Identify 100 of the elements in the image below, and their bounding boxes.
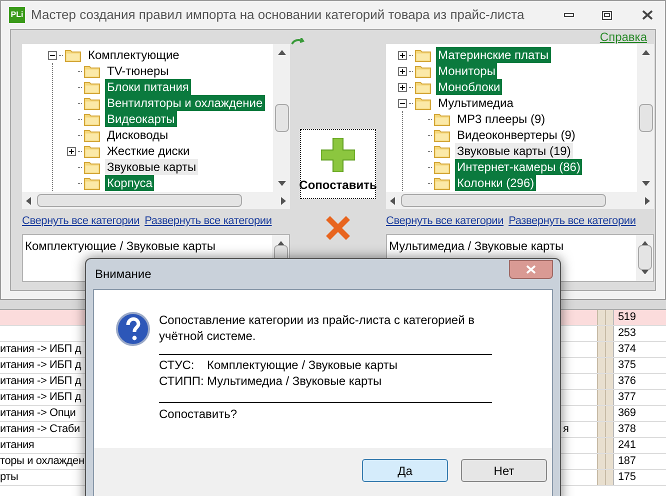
field-value: Комплектующие / Звуковые карты: [207, 357, 398, 373]
tree-item[interactable]: Колонки (296): [455, 175, 536, 191]
vertical-scrollbar[interactable]: [273, 44, 290, 192]
tree-item[interactable]: MP3 плееры (9): [455, 111, 548, 127]
table-cell: я: [563, 422, 569, 437]
folder-icon: [434, 160, 450, 174]
expand-icon[interactable]: [398, 66, 407, 76]
folder-icon: [84, 144, 100, 158]
tree-item[interactable]: Звуковые карты: [105, 159, 198, 175]
table-cell: 369: [613, 406, 666, 421]
table-cell: 375: [613, 358, 666, 373]
folder-icon: [84, 176, 100, 190]
scroll-left-icon[interactable]: [26, 196, 31, 204]
folder-icon: [434, 128, 450, 142]
expand-all-link[interactable]: Развернуть все категории: [144, 213, 272, 230]
table-cell: итания -> ИБП д: [0, 342, 82, 357]
dialog-question: Сопоставить?: [159, 407, 238, 421]
folder-icon: [84, 160, 100, 174]
tree-item[interactable]: TV-тюнеры: [105, 63, 171, 79]
app-logo: PLi: [9, 7, 25, 23]
folder-icon: [434, 144, 450, 158]
folder-icon: [84, 80, 100, 94]
tree-item[interactable]: Мультимедиа: [436, 95, 516, 111]
folder-icon: [65, 48, 81, 62]
scroll-left-icon[interactable]: [390, 196, 395, 204]
question-icon: [116, 312, 150, 346]
dialog-close-button[interactable]: [509, 260, 553, 278]
table-cell: 377: [613, 390, 666, 405]
scrollbar-thumb[interactable]: [638, 244, 652, 270]
tree-item[interactable]: Дисководы: [105, 127, 170, 143]
vertical-scrollbar[interactable]: [637, 44, 654, 192]
maximize-icon[interactable]: [602, 10, 612, 20]
scrollbar-thumb[interactable]: [638, 104, 652, 132]
folder-icon: [434, 112, 450, 126]
folder-icon: [434, 176, 450, 190]
horizontal-scrollbar[interactable]: [22, 192, 290, 209]
scroll-up-icon[interactable]: [642, 50, 650, 55]
collapse-icon[interactable]: [48, 50, 57, 60]
tree-item[interactable]: Жесткие диски: [105, 143, 192, 159]
scrollbar-thumb[interactable]: [274, 104, 288, 132]
table-cell: 175: [613, 470, 666, 485]
table-cell: итания: [0, 438, 34, 453]
tree-item[interactable]: Видеокарты: [105, 111, 177, 127]
field-value: Мультимедиа / Звуковые карты: [207, 373, 382, 389]
expand-icon[interactable]: [398, 50, 407, 60]
folder-icon: [415, 48, 431, 62]
tree-item[interactable]: Комплектующие: [86, 47, 182, 63]
folder-icon: [415, 80, 431, 94]
dialog-title: Внимание: [95, 266, 152, 283]
scroll-up-icon[interactable]: [278, 50, 286, 55]
field-label: СТИПП:: [159, 373, 205, 389]
table-cell: рты: [0, 470, 18, 485]
folder-icon: [84, 128, 100, 142]
scroll-right-icon[interactable]: [281, 196, 286, 204]
table-cell: 378: [613, 422, 666, 437]
table-cell: итания -> ИБП д: [0, 390, 82, 405]
vertical-scrollbar[interactable]: [636, 234, 653, 280]
collapse-all-link[interactable]: Свернуть все категории: [386, 213, 504, 230]
tree-item[interactable]: Видеоконвертеры (9): [455, 127, 578, 143]
table-cell: 376: [613, 374, 666, 389]
tree-item[interactable]: Интернет-камеры (86): [455, 159, 582, 175]
collapse-all-link[interactable]: Свернуть все категории: [22, 213, 140, 230]
folder-icon: [415, 64, 431, 78]
table-cell: 519: [613, 310, 666, 325]
plus-icon: [321, 138, 355, 172]
tree-item[interactable]: Вентиляторы и охлаждение: [105, 95, 265, 111]
scroll-down-icon[interactable]: [278, 181, 286, 186]
table-cell: 253: [613, 326, 666, 341]
table-cell: итания -> Стаби: [0, 422, 80, 437]
tree-item[interactable]: Корпуса: [105, 175, 154, 191]
folder-icon: [415, 96, 431, 110]
minimize-icon[interactable]: [564, 12, 574, 18]
scroll-right-icon[interactable]: [645, 196, 650, 204]
dialog-button[interactable]: Нет: [461, 459, 547, 482]
table-cell: итания -> Опци: [0, 406, 76, 421]
table-cell: 187: [613, 454, 666, 469]
close-icon[interactable]: [642, 10, 653, 20]
dialog-button[interactable]: Да: [362, 459, 448, 482]
table-cell: итания -> ИБП д: [0, 374, 82, 389]
expand-all-link[interactable]: Развернуть все категории: [508, 213, 636, 230]
folder-icon: [84, 64, 100, 78]
horizontal-scrollbar[interactable]: [386, 192, 654, 209]
scrollbar-thumb[interactable]: [37, 194, 242, 207]
tree-item[interactable]: Блоки питания: [105, 79, 191, 95]
folder-icon: [84, 112, 100, 126]
scrollbar-thumb[interactable]: [401, 194, 606, 207]
table-cell: итания -> ИБП д: [0, 358, 82, 373]
expand-icon[interactable]: [398, 82, 407, 92]
table-cell: 241: [613, 438, 666, 453]
dialog-message: Сопоставление категории из прайс-листа с категорией в учётной системе.: [159, 312, 476, 344]
window-title: Мастер создания правил импорта на основании категорий товара из прайс-листа: [31, 6, 524, 24]
tree-item[interactable]: Моноблоки: [436, 79, 502, 95]
tree-item[interactable]: Мониторы: [436, 63, 498, 79]
tree-item[interactable]: Материнские платы: [436, 47, 551, 63]
expand-icon[interactable]: [67, 146, 76, 156]
collapse-icon[interactable]: [398, 98, 407, 108]
scroll-down-icon[interactable]: [642, 181, 650, 186]
tree-item[interactable]: Звуковые карты (19): [455, 143, 573, 159]
swap-arrows-icon: [291, 38, 305, 47]
match-button[interactable]: Сопоставить: [300, 129, 376, 199]
